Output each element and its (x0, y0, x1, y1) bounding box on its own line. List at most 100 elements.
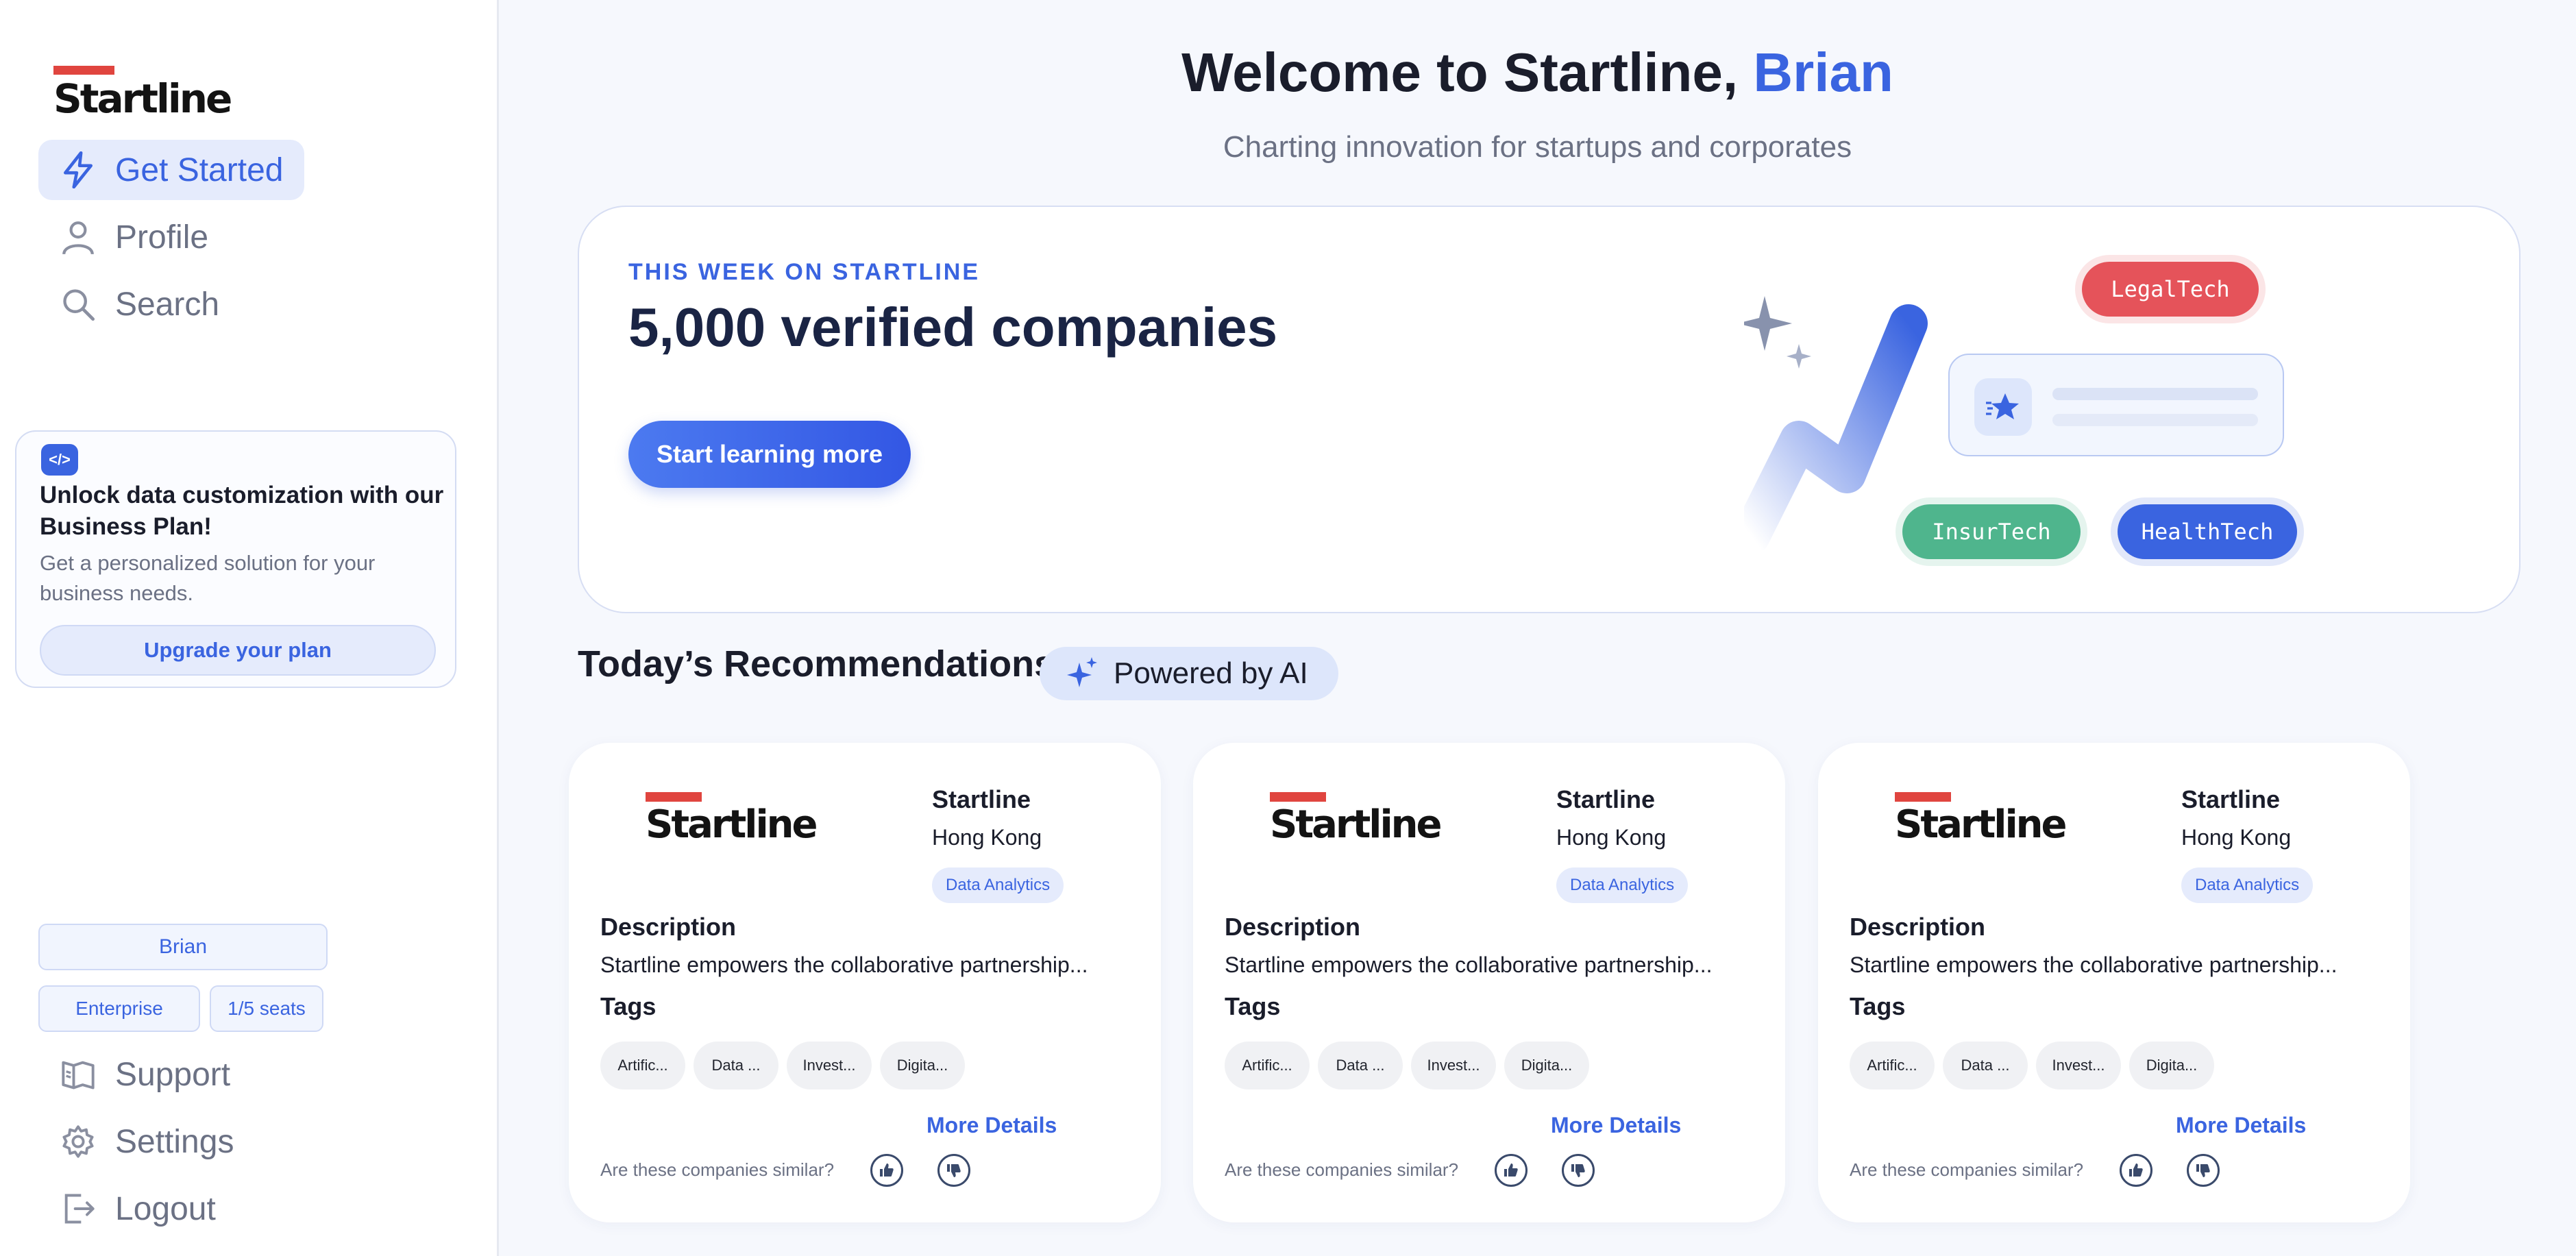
start-learning-button[interactable]: Start learning more (628, 421, 911, 488)
company-logo-bar (1895, 792, 1951, 802)
nav-logout-label: Logout (115, 1190, 216, 1227)
tag-chip[interactable]: Data ... (694, 1042, 778, 1089)
recommendation-card[interactable]: Startline Startline Hong Kong Data Analy… (1193, 743, 1785, 1222)
nav-search[interactable]: Search (38, 274, 238, 334)
similarity-prompt: Are these companies similar? (1225, 1159, 1459, 1180)
company-name: Startline (2181, 785, 2281, 813)
recommendation-card[interactable]: Startline Startline Hong Kong Data Analy… (1818, 743, 2410, 1222)
company-logo: Startline (646, 792, 818, 847)
thumbs-down-icon[interactable] (2187, 1154, 2220, 1187)
company-logo: Startline (1270, 792, 1443, 847)
hero-headline: 5,000 verified companies (628, 297, 1278, 358)
sparkle-icon (1744, 296, 1792, 351)
nav-get-started[interactable]: Get Started (38, 140, 304, 200)
gear-icon (59, 1122, 97, 1161)
lightning-icon (59, 151, 97, 189)
tag-chip[interactable]: Digita... (1504, 1042, 1589, 1089)
hero-banner: THIS WEEK ON STARTLINE 5,000 verified co… (578, 206, 2520, 613)
upgrade-plan-button[interactable]: Upgrade your plan (40, 625, 436, 676)
company-city: Hong Kong (2181, 825, 2292, 850)
search-icon (59, 285, 97, 323)
logo-bar (53, 66, 114, 75)
tag-chip[interactable]: Artific... (1225, 1042, 1310, 1089)
more-details-link[interactable]: More Details (2176, 1113, 2306, 1138)
nav-profile-label: Profile (115, 219, 209, 256)
insurtech-pill: InsurTech (1902, 504, 2081, 559)
app-logo[interactable]: Startline (53, 66, 232, 122)
healthtech-pill: HealthTech (2118, 504, 2297, 559)
more-details-link[interactable]: More Details (927, 1113, 1057, 1138)
user-icon (59, 218, 97, 256)
description-heading: Description (1850, 913, 1986, 941)
nav-get-started-label: Get Started (115, 151, 284, 188)
thumbs-up-icon[interactable] (1495, 1154, 1528, 1187)
nav-logout[interactable]: Logout (38, 1179, 235, 1239)
nav-support-label: Support (115, 1056, 231, 1093)
nav-profile[interactable]: Profile (38, 207, 228, 267)
company-description: Startline empowers the collaborative par… (1225, 952, 1713, 977)
company-logo-bar (1270, 792, 1326, 802)
company-logo-text: Startline (1270, 802, 1443, 847)
powered-by-ai-label: Powered by AI (1114, 656, 1308, 690)
thumbs-down-icon[interactable] (937, 1154, 970, 1187)
sparkles-icon (1066, 656, 1099, 691)
book-icon (59, 1055, 97, 1094)
upgrade-promo-card: </> Unlock data customization with our B… (15, 430, 456, 688)
industry-badge: Data Analytics (1556, 867, 1689, 903)
nav-support[interactable]: Support (38, 1044, 249, 1105)
industry-badge: Data Analytics (932, 867, 1064, 903)
promo-title: Unlock data customization with our Busin… (40, 482, 444, 540)
recommendations-title: Today’s Recommendations (578, 643, 1055, 685)
page-subtitle: Charting innovation for startups and cor… (1223, 130, 1852, 164)
more-details-link[interactable]: More Details (1551, 1113, 1681, 1138)
thumbs-down-icon[interactable] (1562, 1154, 1595, 1187)
company-logo-text: Startline (646, 802, 818, 847)
tag-chip[interactable]: Invest... (2036, 1042, 2121, 1089)
logout-icon (59, 1190, 97, 1228)
logo-text: Startline (53, 75, 232, 122)
description-heading: Description (1225, 913, 1361, 941)
company-logo: Startline (1895, 792, 2068, 847)
star-list-icon (1974, 378, 2032, 436)
similarity-prompt: Are these companies similar? (600, 1159, 835, 1180)
company-city: Hong Kong (932, 825, 1042, 850)
welcome-prefix: Welcome to Startline, (1181, 42, 1739, 103)
company-logo-bar (646, 792, 702, 802)
tag-chip[interactable]: Invest... (1411, 1042, 1496, 1089)
company-city: Hong Kong (1556, 825, 1667, 850)
sidebar: Startline Get Started Profile Search </>… (0, 0, 499, 1256)
company-description: Startline empowers the collaborative par… (600, 952, 1088, 977)
company-name: Startline (932, 785, 1031, 813)
company-logo-text: Startline (1895, 802, 2068, 847)
similarity-prompt: Are these companies similar? (1850, 1159, 2084, 1180)
tags-heading: Tags (600, 992, 657, 1020)
user-name-chip[interactable]: Brian (38, 924, 328, 970)
nav-settings[interactable]: Settings (38, 1111, 253, 1172)
promo-body: Get a personalized solution for your bus… (40, 551, 376, 605)
company-name: Startline (1556, 785, 1656, 813)
page-title: Welcome to Startline, Brian (499, 41, 2576, 104)
thumbs-up-icon[interactable] (870, 1154, 903, 1187)
description-heading: Description (600, 913, 737, 941)
plan-chip[interactable]: Enterprise (38, 985, 200, 1032)
tag-chip[interactable]: Data ... (1943, 1042, 2028, 1089)
tags-heading: Tags (1225, 992, 1281, 1020)
code-icon: </> (41, 444, 78, 476)
tags-heading: Tags (1850, 992, 1906, 1020)
seats-chip[interactable]: 1/5 seats (210, 985, 323, 1032)
tag-chip[interactable]: Data ... (1318, 1042, 1403, 1089)
hero-eyebrow: THIS WEEK ON STARTLINE (628, 259, 981, 285)
tag-chip[interactable]: Invest... (787, 1042, 872, 1089)
legaltech-pill: LegalTech (2082, 262, 2259, 317)
tag-chip[interactable]: Digita... (2129, 1042, 2214, 1089)
thumbs-up-icon[interactable] (2120, 1154, 2152, 1187)
tag-chip[interactable]: Artific... (1850, 1042, 1935, 1089)
welcome-user-name: Brian (1753, 42, 1893, 103)
tag-chip[interactable]: Artific... (600, 1042, 685, 1089)
powered-by-ai-badge: Powered by AI (1040, 647, 1338, 700)
nav-search-label: Search (115, 286, 220, 323)
tag-chip[interactable]: Digita... (880, 1042, 965, 1089)
recommendation-card[interactable]: Startline Startline Hong Kong Data Analy… (569, 743, 1161, 1222)
industry-badge: Data Analytics (2181, 867, 2314, 903)
company-description: Startline empowers the collaborative par… (1850, 952, 2338, 977)
